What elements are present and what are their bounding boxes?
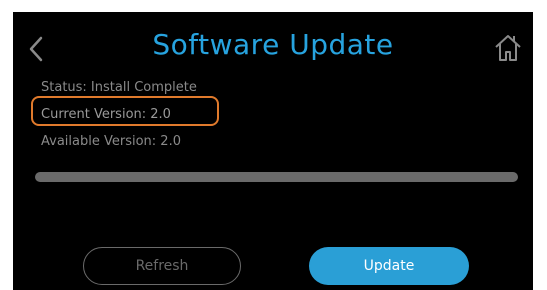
progress-bar-fill (35, 172, 518, 182)
page-title: Software Update (152, 28, 394, 61)
software-update-screen: Software Update Status: Install Complete… (13, 12, 533, 290)
home-icon (495, 35, 521, 61)
update-button[interactable]: Update (309, 247, 469, 285)
available-version-text: Available Version: 2.0 (41, 134, 181, 149)
status-text: Status: Install Complete (41, 80, 197, 95)
home-button[interactable] (493, 32, 523, 64)
current-version-highlight (31, 96, 219, 126)
refresh-button[interactable]: Refresh (83, 247, 241, 285)
progress-bar (35, 172, 518, 182)
